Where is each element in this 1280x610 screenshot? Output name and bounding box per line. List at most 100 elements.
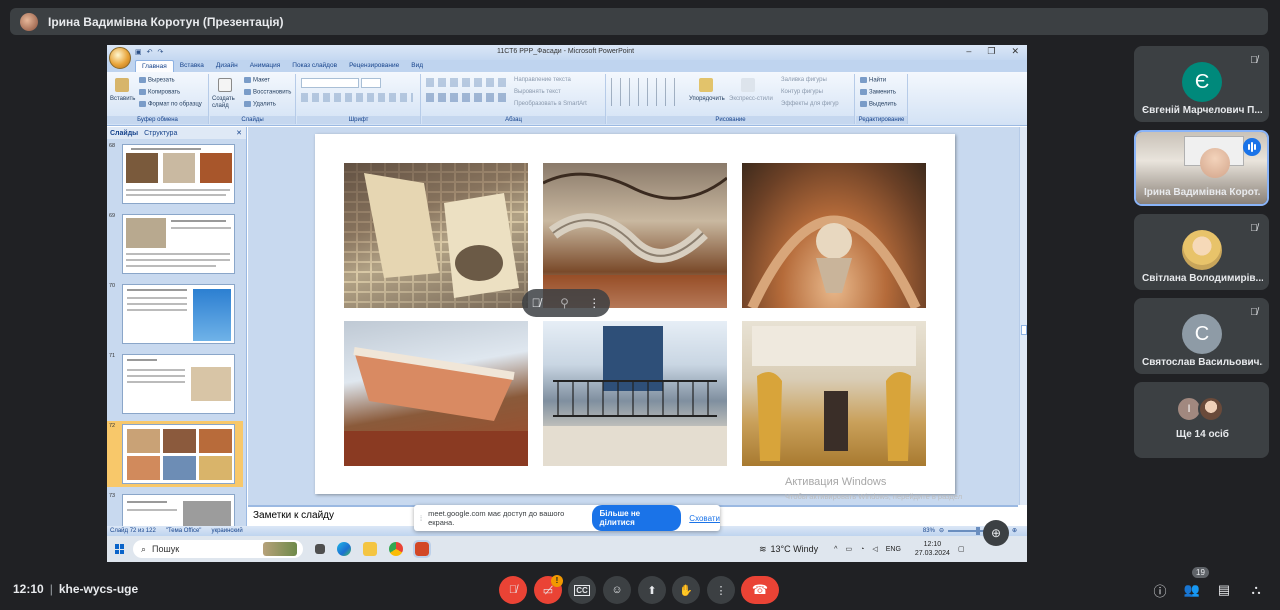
activities-icon[interactable]: ⛬ bbox=[1246, 580, 1266, 600]
panel-close-icon[interactable]: ✕ bbox=[236, 129, 242, 137]
zoom-in-fab[interactable]: ⊕ bbox=[983, 520, 1009, 546]
zoom-out-icon[interactable]: ⊖ bbox=[939, 527, 944, 534]
battery-icon[interactable]: ▭ bbox=[845, 545, 852, 553]
chat-icon[interactable]: ▤ bbox=[1214, 580, 1234, 600]
participant-tile[interactable]: Є 🎙̸ Євгеній Марчелович П... bbox=[1134, 46, 1269, 122]
people-icon[interactable]: 👥 bbox=[1182, 580, 1202, 600]
taskbar-clock[interactable]: 12:10 27.03.2024 bbox=[915, 540, 950, 558]
tab-slideshow[interactable]: Показ слайдов bbox=[286, 60, 343, 72]
drawing-group-label: Рисование bbox=[607, 116, 854, 124]
save-icon[interactable]: ▣ bbox=[135, 48, 142, 56]
slide-thumbnail[interactable]: 70 bbox=[107, 281, 243, 347]
slide-thumb-image bbox=[122, 284, 235, 344]
shape-outline-button[interactable]: Контур фигуры bbox=[781, 89, 823, 95]
slide-thumbnail[interactable]: 68 bbox=[107, 141, 243, 207]
meeting-details-icon[interactable]: ⓘ bbox=[1150, 580, 1170, 600]
slide-thumbnail[interactable]: 71 bbox=[107, 351, 243, 417]
chevron-up-icon[interactable]: ^ bbox=[834, 546, 837, 553]
slide-thumbnail[interactable]: 69 bbox=[107, 211, 243, 277]
font-size-select[interactable] bbox=[361, 78, 381, 88]
mic-off-icon[interactable]: 🎙̸ bbox=[532, 296, 541, 310]
arrange-button[interactable]: Упорядочить bbox=[689, 96, 725, 102]
wifi-icon[interactable]: ◔ bbox=[860, 546, 864, 553]
arrange-icon[interactable] bbox=[699, 78, 713, 92]
windows-activation-title: Активация Windows bbox=[785, 476, 887, 488]
tab-insert[interactable]: Вставка bbox=[174, 60, 210, 72]
tab-home[interactable]: Главная bbox=[135, 60, 174, 72]
format-painter-button[interactable]: Формат по образцу bbox=[139, 101, 202, 108]
task-view-icon[interactable] bbox=[315, 544, 325, 554]
tab-view[interactable]: Вид bbox=[405, 60, 429, 72]
paste-button[interactable]: Вставить bbox=[110, 96, 135, 102]
more-participants-tile[interactable]: І Ще 14 осіб bbox=[1134, 382, 1269, 458]
list-buttons[interactable] bbox=[426, 78, 506, 87]
slide-scrollbar[interactable] bbox=[1019, 127, 1027, 505]
close-icon[interactable]: ✕ bbox=[1011, 46, 1019, 57]
present-button[interactable]: ⬆ bbox=[638, 576, 666, 604]
stop-sharing-button[interactable]: Більше не ділитися bbox=[591, 505, 682, 531]
more-options-button[interactable]: ⋮ bbox=[707, 576, 735, 604]
pin-off-icon[interactable]: ⚲ bbox=[560, 296, 569, 310]
shape-fill-button[interactable]: Заливка фигуры bbox=[781, 77, 827, 83]
smartart-button[interactable]: Преобразовать в SmartArt bbox=[514, 101, 587, 107]
text-direction-button[interactable]: Направление текста bbox=[514, 77, 571, 83]
shapes-gallery[interactable] bbox=[611, 78, 683, 106]
hide-banner-button[interactable]: Сховати bbox=[689, 514, 720, 523]
shape-effects-button[interactable]: Эффекты для фигур bbox=[781, 101, 839, 107]
delete-slide-button[interactable]: Удалить bbox=[244, 101, 276, 108]
edge-icon[interactable] bbox=[337, 542, 351, 556]
tab-animation[interactable]: Анимация bbox=[244, 60, 287, 72]
redo-icon[interactable]: ↷ bbox=[158, 48, 164, 56]
notification-icon[interactable]: ▢ bbox=[958, 545, 965, 553]
reset-button[interactable]: Восстановить bbox=[244, 89, 291, 96]
participant-tile[interactable]: 🎙̸ Світлана Володимирів... bbox=[1134, 214, 1269, 290]
weather-widget[interactable]: ≋ 13°C Windy bbox=[759, 544, 818, 555]
tab-outline[interactable]: Структура bbox=[144, 130, 177, 137]
participant-tile[interactable]: С 🎙̸ Святослав Васильович... bbox=[1134, 298, 1269, 374]
minimize-icon[interactable]: – bbox=[966, 46, 971, 57]
align-buttons[interactable] bbox=[426, 93, 506, 102]
current-slide[interactable] bbox=[315, 134, 955, 494]
volume-icon[interactable]: ◁ bbox=[872, 545, 877, 553]
mic-toggle-button[interactable]: 🎙̸ bbox=[499, 576, 527, 604]
tab-slides[interactable]: Слайды bbox=[110, 130, 138, 137]
cut-button[interactable]: Вырезать bbox=[139, 77, 175, 84]
windows-start-icon[interactable] bbox=[115, 544, 125, 554]
powerpoint-icon[interactable] bbox=[413, 540, 431, 558]
raise-hand-button[interactable]: ✋ bbox=[672, 576, 700, 604]
meeting-code[interactable]: khe-wycs-uge bbox=[59, 582, 138, 596]
font-family-select[interactable] bbox=[301, 78, 359, 88]
slide-thumbnail-selected[interactable]: 72 bbox=[107, 421, 243, 487]
copy-button[interactable]: Копировать bbox=[139, 89, 180, 96]
tab-review[interactable]: Рецензирование bbox=[343, 60, 405, 72]
keyboard-lang[interactable]: ENG bbox=[886, 546, 901, 553]
tab-design[interactable]: Дизайн bbox=[210, 60, 244, 72]
select-button[interactable]: Выделить bbox=[860, 101, 897, 108]
maximize-icon[interactable]: ❐ bbox=[987, 46, 995, 57]
undo-icon[interactable]: ↶ bbox=[147, 48, 153, 56]
align-text-button[interactable]: Выровнять текст bbox=[514, 89, 561, 95]
new-slide-icon[interactable] bbox=[218, 78, 232, 92]
quick-styles-icon[interactable] bbox=[741, 78, 755, 92]
zoom-in-icon[interactable]: ⊕ bbox=[1012, 527, 1017, 534]
new-slide-button[interactable]: Создать слайд bbox=[212, 96, 242, 110]
chrome-icon[interactable] bbox=[389, 542, 403, 556]
file-explorer-icon[interactable] bbox=[363, 542, 377, 556]
office-button[interactable] bbox=[109, 47, 131, 69]
taskbar-search[interactable]: ⌕ Пошук bbox=[133, 540, 303, 558]
scrollbar-thumb[interactable] bbox=[1021, 325, 1027, 335]
quick-styles-button[interactable]: Экспресс-стили bbox=[729, 96, 773, 102]
find-button[interactable]: Найти bbox=[860, 77, 886, 84]
replace-button[interactable]: Заменить bbox=[860, 89, 896, 96]
reactions-button[interactable]: ☺ bbox=[603, 576, 631, 604]
layout-button[interactable]: Макет bbox=[244, 77, 270, 84]
font-format-buttons[interactable] bbox=[301, 93, 413, 102]
zoom-slider-knob[interactable] bbox=[975, 526, 980, 535]
slide-thumbnail[interactable]: 73 bbox=[107, 491, 243, 527]
participant-tile-speaking[interactable]: Ірина Вадимівна Корот... bbox=[1134, 130, 1269, 206]
more-options-icon[interactable]: ⋮ bbox=[588, 296, 600, 310]
drag-handle-icon[interactable]: ⁞ bbox=[420, 514, 422, 523]
leave-call-button[interactable]: ☎ bbox=[741, 576, 779, 604]
captions-button[interactable]: CC bbox=[568, 576, 596, 604]
paste-icon[interactable] bbox=[115, 78, 129, 92]
